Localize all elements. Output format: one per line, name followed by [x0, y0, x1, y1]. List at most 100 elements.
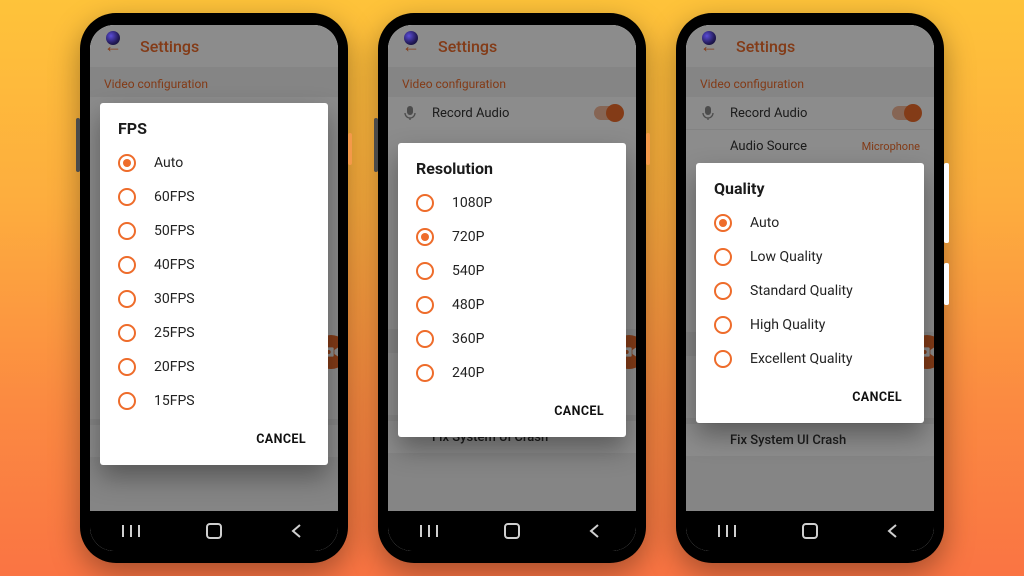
radio-icon — [714, 248, 732, 266]
option-row[interactable]: 480P — [398, 288, 626, 322]
radio-icon — [416, 364, 434, 382]
side-button-volume — [76, 118, 80, 172]
option-label: 480P — [452, 297, 484, 313]
radio-icon — [118, 188, 136, 206]
dialog-title: Resolution — [398, 159, 626, 186]
camera-punchhole — [404, 31, 418, 45]
radio-icon — [714, 282, 732, 300]
radio-icon — [118, 290, 136, 308]
radio-icon — [714, 316, 732, 334]
cancel-button[interactable]: CANCEL — [844, 384, 910, 411]
nav-home-icon[interactable] — [799, 520, 821, 542]
radio-icon — [118, 154, 136, 172]
option-row[interactable]: Excellent Quality — [696, 342, 924, 376]
screen-2: ← Settings Video configuration Record Au… — [388, 25, 636, 551]
option-row[interactable]: Standard Quality — [696, 274, 924, 308]
nav-home-icon[interactable] — [501, 520, 523, 542]
camera-punchhole — [702, 31, 716, 45]
radio-icon — [118, 392, 136, 410]
radio-icon — [714, 350, 732, 368]
side-button-volume — [374, 118, 378, 172]
option-row[interactable]: 30FPS — [100, 282, 328, 316]
radio-icon — [416, 296, 434, 314]
nav-back-icon[interactable] — [286, 520, 308, 542]
option-row[interactable]: 40FPS — [100, 248, 328, 282]
device-frame-3: ← Settings Video configuration Record Au… — [676, 13, 944, 563]
dialog-actions: CANCEL — [398, 390, 626, 431]
option-label: High Quality — [750, 317, 825, 333]
radio-icon — [416, 228, 434, 246]
option-row[interactable]: 240P — [398, 356, 626, 390]
option-row[interactable]: 20FPS — [100, 350, 328, 384]
option-label: 25FPS — [154, 325, 195, 341]
option-label: Auto — [154, 155, 183, 171]
fps-options: Auto 60FPS 50FPS 40FPS 30FPS 25FPS 20FPS 15FPS — [100, 146, 328, 418]
option-label: 40FPS — [154, 257, 195, 273]
radio-icon — [118, 222, 136, 240]
option-row[interactable]: 360P — [398, 322, 626, 356]
screen-1: ← Settings Video configuration Avoid Abn… — [90, 25, 338, 551]
option-label: Excellent Quality — [750, 351, 853, 367]
option-label: 240P — [452, 365, 484, 381]
side-button-power-white — [944, 263, 949, 305]
option-row[interactable]: Auto — [696, 206, 924, 240]
resolution-dialog: Resolution 1080P 720P 540P 480P 360P 240P CAN… — [398, 143, 626, 437]
side-button-volume-white — [944, 163, 949, 243]
option-row[interactable]: 540P — [398, 254, 626, 288]
dialog-actions: CANCEL — [100, 418, 328, 459]
option-label: Low Quality — [750, 249, 823, 265]
android-navbar — [90, 511, 338, 551]
option-row[interactable]: 720P — [398, 220, 626, 254]
nav-back-icon[interactable] — [584, 520, 606, 542]
quality-dialog: Quality Auto Low Quality Standard Quality H… — [696, 163, 924, 423]
dialog-title: Quality — [696, 179, 924, 206]
option-label: 1080P — [452, 195, 492, 211]
radio-icon — [118, 324, 136, 342]
radio-icon — [118, 358, 136, 376]
device-frame-1: ← Settings Video configuration Avoid Abn… — [80, 13, 348, 563]
radio-icon — [118, 256, 136, 274]
option-label: 30FPS — [154, 291, 195, 307]
option-row[interactable]: Low Quality — [696, 240, 924, 274]
resolution-options: 1080P 720P 540P 480P 360P 240P — [398, 186, 626, 390]
nav-recents-icon[interactable] — [418, 520, 440, 542]
option-row[interactable]: 15FPS — [100, 384, 328, 418]
camera-punchhole — [106, 31, 120, 45]
option-row[interactable]: Auto — [100, 146, 328, 180]
option-row[interactable]: High Quality — [696, 308, 924, 342]
stage: ← Settings Video configuration Avoid Abn… — [0, 0, 1024, 576]
device-frame-2: ← Settings Video configuration Record Au… — [378, 13, 646, 563]
option-row[interactable]: 50FPS — [100, 214, 328, 248]
fps-dialog: FPS Auto 60FPS 50FPS 40FPS 30FPS 25FPS 20FPS 15… — [100, 103, 328, 465]
quality-options: Auto Low Quality Standard Quality High Qual… — [696, 206, 924, 376]
option-label: Standard Quality — [750, 283, 853, 299]
option-label: 15FPS — [154, 393, 195, 409]
side-button-accent — [348, 133, 352, 165]
option-label: 720P — [452, 229, 484, 245]
option-row[interactable]: 60FPS — [100, 180, 328, 214]
option-row[interactable]: 25FPS — [100, 316, 328, 350]
radio-icon — [416, 194, 434, 212]
radio-icon — [416, 262, 434, 280]
option-label: 20FPS — [154, 359, 195, 375]
option-label: Auto — [750, 215, 779, 231]
dialog-actions: CANCEL — [696, 376, 924, 417]
nav-back-icon[interactable] — [882, 520, 904, 542]
radio-icon — [416, 330, 434, 348]
radio-icon — [714, 214, 732, 232]
side-button-accent — [646, 133, 650, 165]
screen-3: ← Settings Video configuration Record Au… — [686, 25, 934, 551]
dialog-title: FPS — [100, 119, 328, 146]
option-label: 360P — [452, 331, 484, 347]
option-row[interactable]: 1080P — [398, 186, 626, 220]
option-label: 540P — [452, 263, 484, 279]
cancel-button[interactable]: CANCEL — [248, 426, 314, 453]
android-navbar — [388, 511, 636, 551]
option-label: 50FPS — [154, 223, 195, 239]
nav-recents-icon[interactable] — [716, 520, 738, 542]
option-label: 60FPS — [154, 189, 195, 205]
nav-recents-icon[interactable] — [120, 520, 142, 542]
nav-home-icon[interactable] — [203, 520, 225, 542]
android-navbar — [686, 511, 934, 551]
cancel-button[interactable]: CANCEL — [546, 398, 612, 425]
